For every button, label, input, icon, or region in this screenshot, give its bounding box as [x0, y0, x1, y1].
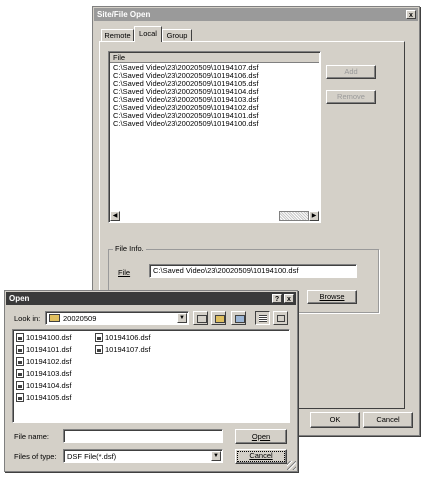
- tab-remote[interactable]: Remote: [101, 29, 134, 41]
- new-folder-icon[interactable]: [211, 311, 226, 325]
- file-item[interactable]: 10194100.dsf: [16, 332, 71, 343]
- file-icon: [16, 345, 24, 354]
- close-icon: x: [287, 296, 291, 303]
- file-item[interactable]: 10194106.dsf: [95, 332, 150, 343]
- file-list-header-label: File: [113, 53, 126, 62]
- file-icon: [16, 333, 24, 342]
- open-button[interactable]: Open: [235, 429, 287, 444]
- details-view-icon[interactable]: [273, 311, 288, 325]
- add-button-label: Add: [344, 67, 358, 76]
- resize-grip-icon[interactable]: [287, 461, 296, 470]
- open-button-label: Open: [251, 432, 271, 441]
- site-dialog-title: Site/File Open: [97, 10, 151, 19]
- close-icon: x: [409, 12, 413, 19]
- file-name-label: File name:: [14, 432, 49, 441]
- browse-button-label: Browse: [319, 292, 345, 301]
- file-info-label: File Info.: [113, 244, 146, 253]
- list-view-icon[interactable]: [255, 311, 270, 325]
- desktop-icon[interactable]: [231, 311, 246, 325]
- file-type-value: DSF File(*.dsf): [67, 452, 117, 461]
- look-in-label-text: Look in:: [14, 314, 41, 323]
- file-icon: [95, 345, 103, 354]
- file-item[interactable]: 10194102.dsf: [16, 356, 71, 367]
- open-dialog-titlebar: Open ? x: [6, 292, 296, 305]
- site-dialog-titlebar: Site/File Open x: [94, 8, 418, 21]
- remove-button[interactable]: Remove: [326, 90, 376, 104]
- file-type-label-text: Files of type:: [14, 452, 57, 461]
- file-type-label: Files of type:: [14, 452, 57, 461]
- file-list[interactable]: File C:\Saved Video\23\20020509\10194107…: [108, 51, 321, 223]
- file-item-label: 10194103.dsf: [26, 369, 72, 378]
- tab-remote-label: Remote: [104, 31, 131, 40]
- file-name-input[interactable]: [63, 429, 223, 443]
- file-label-text: File: [118, 268, 131, 277]
- file-list-header[interactable]: File: [110, 53, 319, 63]
- file-type-dropdown[interactable]: DSF File(*.dsf) ▼: [63, 449, 223, 463]
- cancel-button[interactable]: Cancel: [363, 412, 413, 428]
- file-item-label: 10194100.dsf: [26, 333, 72, 342]
- browse-button[interactable]: Browse: [307, 290, 357, 304]
- open-file-list[interactable]: 10194100.dsf 10194101.dsf 10194102.dsf 1019…: [12, 329, 290, 423]
- file-item-label: 10194106.dsf: [105, 333, 151, 342]
- file-icon: [16, 393, 24, 402]
- file-icon: [16, 369, 24, 378]
- tab-group[interactable]: Group: [162, 29, 192, 41]
- remove-button-label: Remove: [337, 92, 365, 101]
- file-item[interactable]: 10194107.dsf: [95, 344, 150, 355]
- file-icon: [16, 357, 24, 366]
- look-in-value: 20020509: [63, 314, 97, 323]
- file-info-label-text: File Info.: [115, 244, 144, 253]
- look-in-dropdown[interactable]: 20020509 ▼: [45, 311, 189, 325]
- file-item[interactable]: 10194101.dsf: [16, 344, 71, 355]
- horizontal-scrollbar[interactable]: ◀ ▶: [110, 211, 319, 221]
- scrollbar-thumb[interactable]: [279, 211, 309, 221]
- folder-icon: [49, 314, 60, 322]
- file-item-label: 10194104.dsf: [26, 381, 72, 390]
- ok-button-label: OK: [329, 415, 341, 424]
- file-name-label-text: File name:: [14, 432, 50, 441]
- open-dialog-close-button[interactable]: x: [284, 294, 294, 303]
- file-item-label: 10194102.dsf: [26, 357, 72, 366]
- tab-local-label: Local: [139, 29, 157, 38]
- open-dialog-title: Open: [9, 294, 30, 303]
- open-dialog-cancel-label: Cancel: [249, 451, 273, 460]
- help-button[interactable]: ?: [272, 294, 282, 303]
- file-item-label: 10194107.dsf: [105, 345, 151, 354]
- cancel-button-label: Cancel: [376, 415, 400, 424]
- ok-button[interactable]: OK: [310, 412, 360, 428]
- chevron-down-icon[interactable]: ▼: [177, 313, 187, 323]
- file-path-field[interactable]: C:\Saved Video\23\20020509\10194100.dsf: [149, 264, 357, 278]
- scroll-right-icon[interactable]: ▶: [309, 211, 319, 221]
- up-folder-icon[interactable]: [193, 311, 208, 325]
- open-dialog-cancel-button[interactable]: Cancel: [235, 449, 287, 464]
- help-icon: ?: [274, 296, 280, 303]
- site-dialog-close-button[interactable]: x: [406, 10, 416, 19]
- tab-group-label: Group: [166, 31, 188, 40]
- file-path-value: C:\Saved Video\23\20020509\10194100.dsf: [153, 266, 299, 275]
- file-icon: [16, 381, 24, 390]
- open-dialog: Open ? x Look in: 20020509 ▼ 10194100.ds…: [4, 290, 298, 472]
- file-item[interactable]: 10194105.dsf: [16, 392, 71, 403]
- chevron-down-icon[interactable]: ▼: [211, 451, 221, 461]
- file-item[interactable]: 10194104.dsf: [16, 380, 71, 391]
- look-in-label: Look in:: [14, 314, 40, 323]
- file-icon: [95, 333, 103, 342]
- file-item-label: 10194105.dsf: [26, 393, 72, 402]
- file-item-label: 10194101.dsf: [26, 345, 72, 354]
- add-button[interactable]: Add: [326, 65, 376, 79]
- file-label: File: [118, 268, 130, 277]
- scroll-left-icon[interactable]: ◀: [110, 211, 120, 221]
- list-item[interactable]: C:\Saved Video\23\20020509\10194100.dsf: [113, 120, 258, 128]
- tab-local[interactable]: Local: [134, 26, 162, 42]
- file-item[interactable]: 10194103.dsf: [16, 368, 71, 379]
